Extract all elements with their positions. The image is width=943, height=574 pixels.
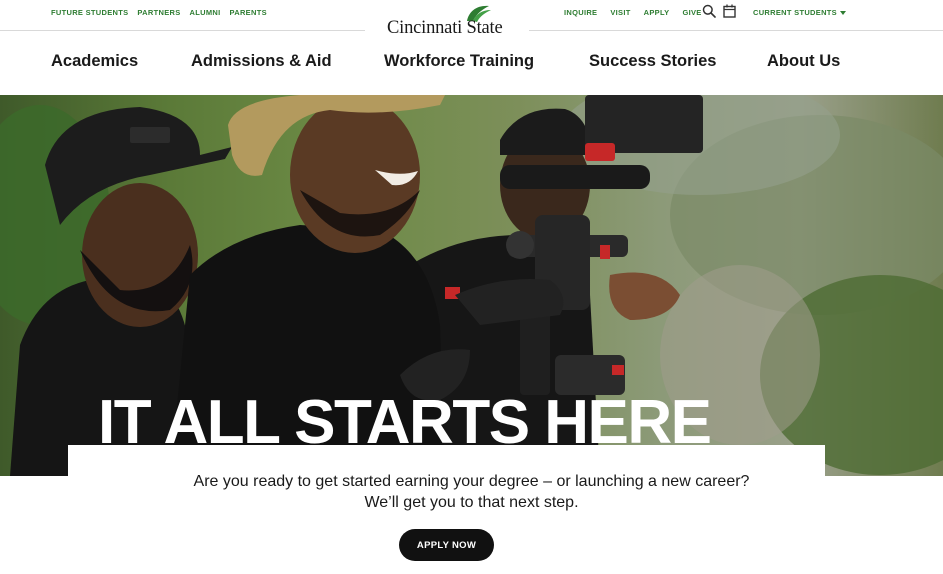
intro-line-2: We’ll get you to that next step.	[364, 494, 579, 511]
nav-success-stories[interactable]: Success Stories	[589, 52, 717, 71]
cincinnati-state-logo[interactable]: Cincinnati State	[384, 3, 510, 39]
hero-banner: IT ALL STARTS HERE	[0, 95, 943, 476]
hero-intro: Are you ready to get started earning you…	[0, 471, 943, 513]
nav-academics[interactable]: Academics	[51, 52, 138, 71]
calendar-icon[interactable]	[721, 3, 737, 19]
link-give[interactable]: GIVE	[682, 8, 701, 17]
nav-about-us[interactable]: About Us	[767, 52, 840, 71]
logo-wordmark: Cincinnati State	[387, 18, 503, 38]
search-icon[interactable]	[701, 3, 717, 19]
link-parents[interactable]: PARENTS	[230, 8, 267, 17]
intro-line-1: Are you ready to get started earning you…	[193, 473, 750, 490]
link-future-students[interactable]: FUTURE STUDENTS	[51, 8, 128, 17]
header-divider-right	[529, 30, 943, 31]
nav-workforce-training[interactable]: Workforce Training	[384, 52, 534, 71]
link-visit[interactable]: VISIT	[610, 8, 630, 17]
current-students-menu[interactable]: CURRENT STUDENTS	[753, 8, 846, 17]
main-nav: Academics Admissions & Aid Workforce Tra…	[0, 52, 943, 74]
chevron-down-icon	[839, 11, 846, 15]
current-students-label: CURRENT STUDENTS	[753, 8, 837, 17]
header-divider-left	[0, 30, 365, 31]
link-alumni[interactable]: ALUMNI	[190, 8, 221, 17]
link-partners[interactable]: PARTNERS	[137, 8, 180, 17]
nav-admissions-aid[interactable]: Admissions & Aid	[191, 52, 332, 71]
action-links: INQUIRE VISIT APPLY GIVE	[564, 8, 702, 17]
audience-links: FUTURE STUDENTS PARTNERS ALUMNI PARENTS	[51, 8, 267, 17]
link-inquire[interactable]: INQUIRE	[564, 8, 597, 17]
link-apply[interactable]: APPLY	[644, 8, 670, 17]
apply-now-button[interactable]: APPLY NOW	[399, 529, 494, 561]
